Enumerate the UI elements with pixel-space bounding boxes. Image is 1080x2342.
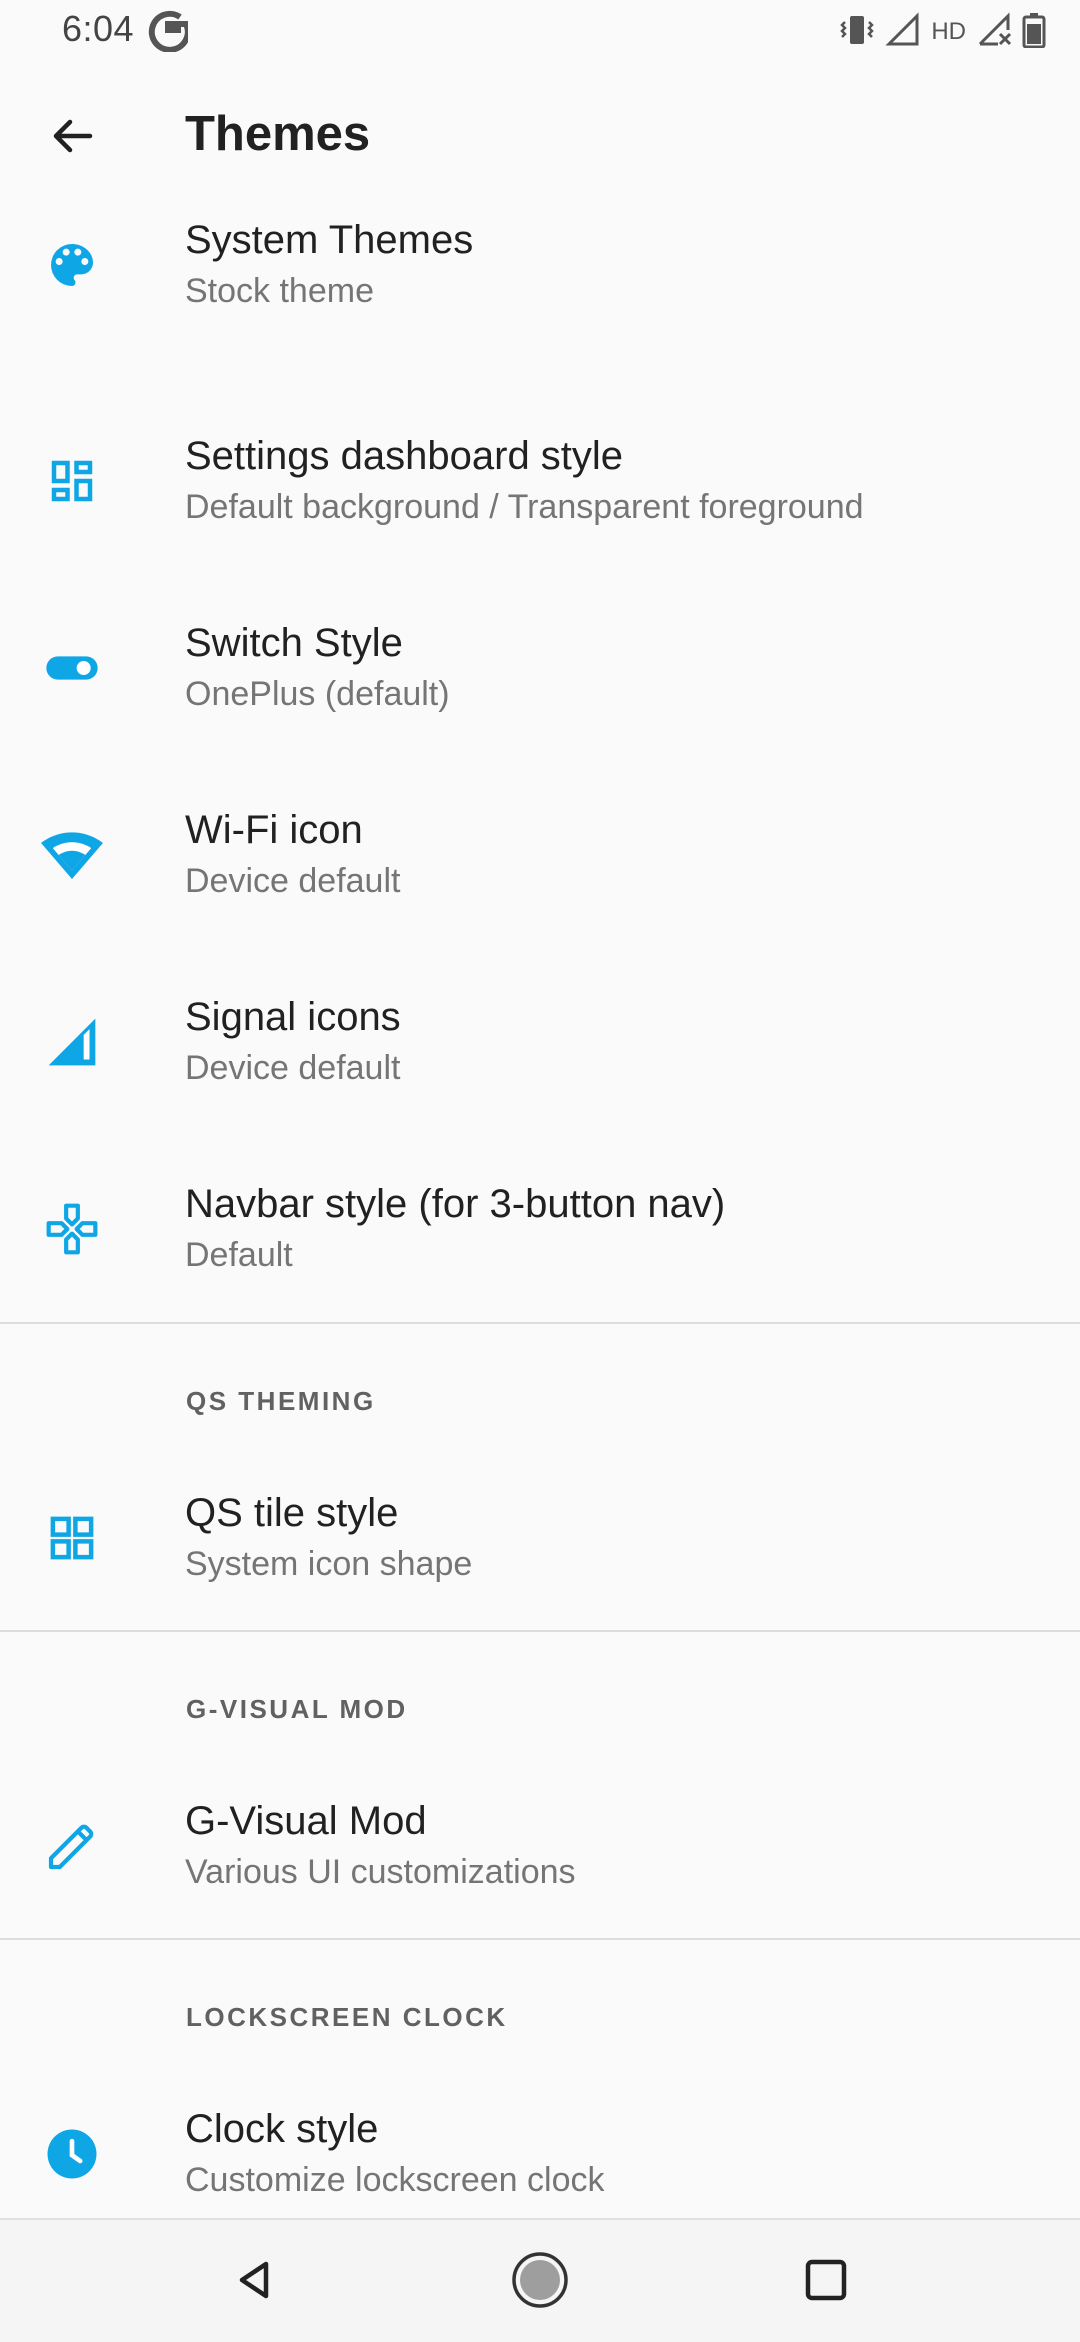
pref-switch-style[interactable]: Switch Style OnePlus (default) (0, 574, 1080, 761)
pref-summary: OnePlus (default) (185, 674, 450, 713)
pref-summary: Device default (185, 861, 401, 900)
pref-title: Switch Style (185, 620, 403, 665)
pref-text: Switch Style OnePlus (default) (185, 617, 450, 719)
pref-text: Signal icons Device default (185, 991, 401, 1093)
category-qs-theming: QS THEMING (0, 1324, 1080, 1446)
pref-title: Settings dashboard style (185, 433, 624, 478)
pref-summary: Default (185, 1235, 293, 1274)
palette-icon (36, 229, 108, 301)
toggle-icon (36, 632, 108, 704)
pref-title: System Themes (185, 218, 474, 262)
signal-icon (36, 1006, 108, 1078)
category-lockscreen-clock: LOCKSCREEN CLOCK (0, 1940, 1080, 2062)
category-label: LOCKSCREEN CLOCK (186, 2002, 508, 2032)
pref-text: System Themes Stock theme (185, 214, 473, 316)
clock-icon (36, 2118, 108, 2190)
pref-summary: Customize lockscreen clock (185, 2161, 605, 2199)
status-time: 6:04 (62, 8, 135, 49)
back-button[interactable] (30, 96, 114, 180)
status-icons: HD (839, 10, 1046, 54)
nav-home-button[interactable] (504, 2246, 576, 2318)
battery-icon (1022, 12, 1046, 53)
pref-title: Clock style (185, 2107, 379, 2151)
pref-system-themes[interactable]: System Themes Stock theme (0, 200, 1080, 330)
wifi-icon (36, 819, 108, 891)
hd-label: HD (931, 18, 966, 45)
pref-title: Signal icons (185, 994, 401, 1039)
pref-text: Settings dashboard style Default backgro… (185, 430, 864, 532)
app-bar: Themes (0, 70, 1080, 200)
pref-summary: Device default (185, 1048, 401, 1087)
page-title: Themes (185, 107, 371, 161)
gamepad-icon (36, 1193, 108, 1265)
signal-status-icon (885, 11, 921, 53)
status-bar: 6:04 HD (0, 0, 1080, 64)
google-icon (148, 8, 191, 57)
nav-back-icon (230, 2256, 278, 2309)
pref-navbar-style[interactable]: Navbar style (for 3-button nav) Default (0, 1135, 1080, 1322)
pref-signal-icons[interactable]: Signal icons Device default (0, 948, 1080, 1135)
pref-title: QS tile style (185, 1491, 399, 1535)
nav-home-icon (510, 2250, 570, 2315)
pref-title: Navbar style (for 3-button nav) (185, 1181, 726, 1226)
pref-text: G-Visual Mod Various UI customizations (185, 1795, 576, 1897)
pref-title: G-Visual Mod (185, 1799, 427, 1843)
preference-list: System Themes Stock theme Settings dashb… (0, 200, 1080, 2246)
nav-back-button[interactable] (218, 2246, 290, 2318)
category-g-visual-mod: G-VISUAL MOD (0, 1632, 1080, 1754)
category-label: QS THEMING (186, 1386, 376, 1416)
pref-text: QS tile style System icon shape (185, 1487, 472, 1589)
navigation-bar (0, 2218, 1080, 2342)
pref-qs-tile-style[interactable]: QS tile style System icon shape (0, 1446, 1080, 1630)
pref-summary: System icon shape (185, 1545, 473, 1583)
pref-g-visual-mod[interactable]: G-Visual Mod Various UI customizations (0, 1754, 1080, 1938)
pref-summary: Default background / Transparent foregro… (185, 487, 864, 526)
pref-text: Navbar style (for 3-button nav) Default (185, 1178, 725, 1280)
pref-wifi-icon[interactable]: Wi-Fi icon Device default (0, 761, 1080, 948)
pref-summary: Stock theme (185, 272, 374, 310)
pref-dashboard-style[interactable]: Settings dashboard style Default backgro… (0, 387, 1080, 574)
pencil-icon (36, 1810, 108, 1882)
nav-recents-icon (802, 2256, 850, 2309)
dashboard-icon (36, 445, 108, 517)
pref-summary: Various UI customizations (185, 1853, 576, 1891)
category-label: G-VISUAL MOD (186, 1694, 408, 1724)
arrow-back-icon (48, 112, 96, 165)
nav-recents-button[interactable] (790, 2246, 862, 2318)
pref-text: Wi-Fi icon Device default (185, 804, 400, 906)
grid-icon (36, 1502, 108, 1574)
vibrate-icon (839, 12, 875, 53)
pref-title: Wi-Fi icon (185, 807, 363, 852)
signal-no-data-icon (976, 11, 1012, 53)
pref-text: Clock style Customize lockscreen clock (185, 2103, 604, 2205)
